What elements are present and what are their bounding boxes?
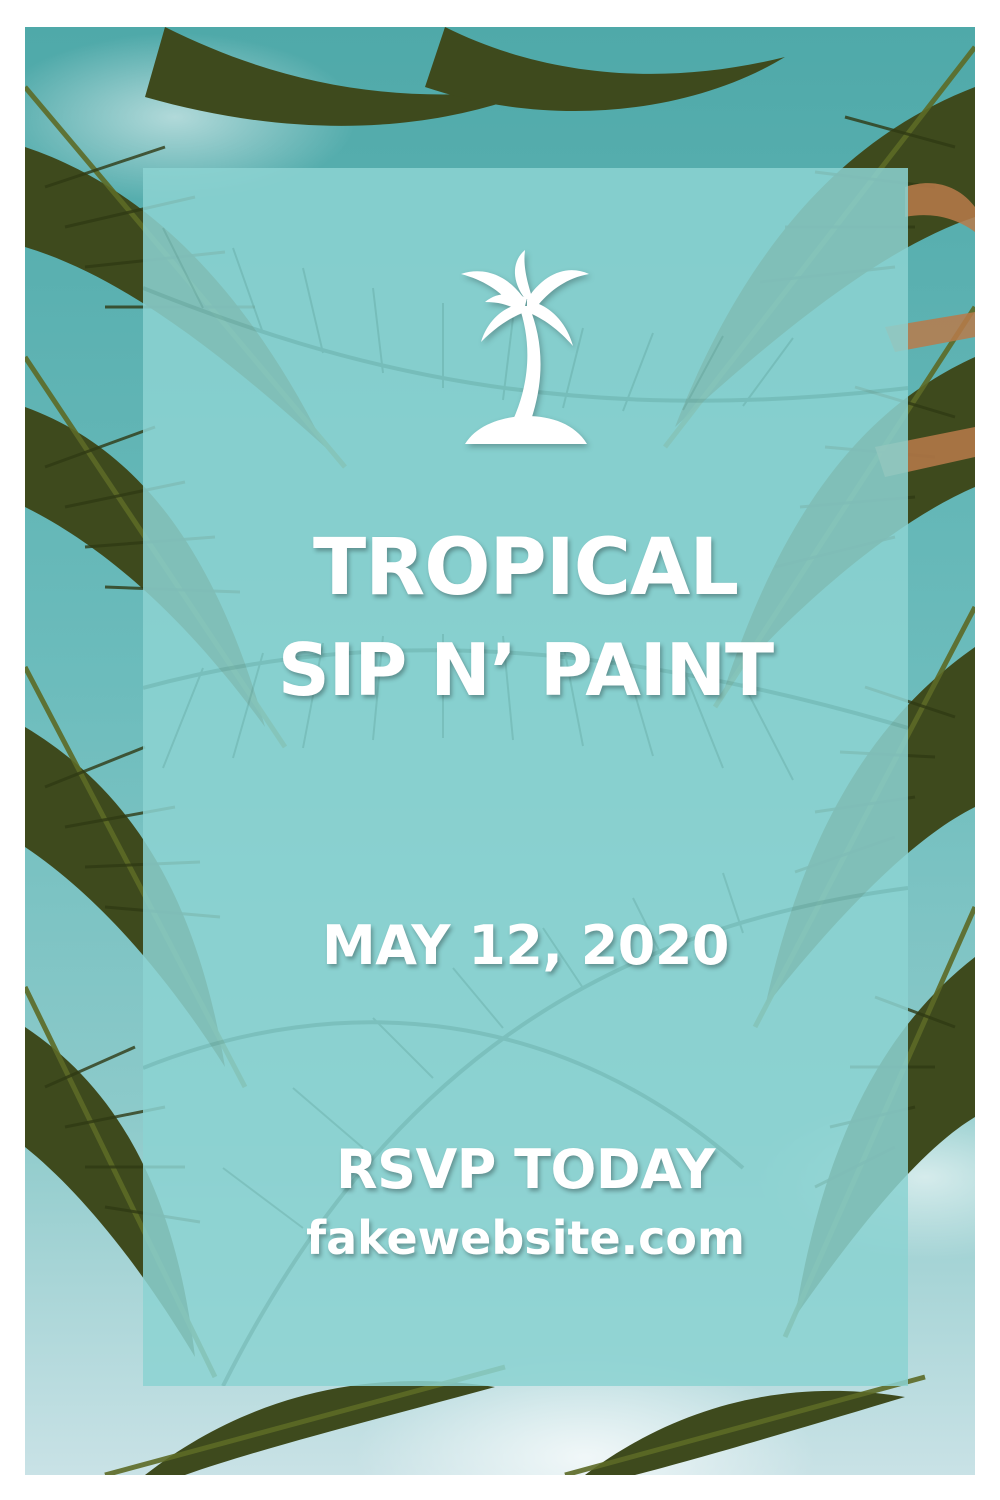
event-date: MAY 12, 2020 (321, 914, 730, 977)
palm-tree-icon (461, 250, 589, 444)
rsvp-call-to-action: RSVP TODAY (336, 1138, 715, 1201)
background-photo: TROPICAL SIP N’ PAINT MAY 12, 2020 RSVP … (25, 27, 975, 1475)
info-panel: TROPICAL SIP N’ PAINT MAY 12, 2020 RSVP … (143, 168, 908, 1386)
event-title-line-2: SIP N’ PAINT (277, 628, 774, 712)
event-title-line-1: TROPICAL (312, 523, 739, 613)
website-link[interactable]: fakewebsite.com (143, 1206, 908, 1270)
